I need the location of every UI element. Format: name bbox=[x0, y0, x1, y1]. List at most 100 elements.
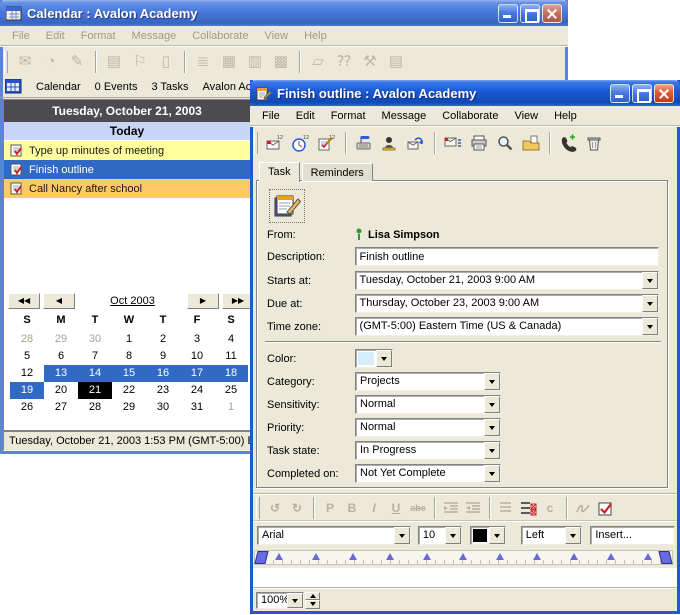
menu-message[interactable]: Message bbox=[124, 27, 185, 45]
calendar-day[interactable]: 20 bbox=[44, 382, 78, 399]
message-body[interactable] bbox=[253, 568, 677, 588]
undo-icon[interactable]: ↺ bbox=[264, 498, 286, 518]
ruler[interactable] bbox=[254, 550, 673, 565]
month-label-link[interactable]: Oct 2003 bbox=[78, 295, 187, 307]
menu-edit[interactable]: Edit bbox=[38, 27, 73, 45]
menu-format[interactable]: Format bbox=[323, 107, 374, 125]
menu-help[interactable]: Help bbox=[546, 107, 585, 125]
task-state-combo[interactable]: In Progress bbox=[355, 441, 501, 460]
calendar-day[interactable]: 5 bbox=[10, 348, 44, 365]
calendar-day[interactable]: 24 bbox=[180, 382, 214, 399]
priority-combo[interactable]: Normal bbox=[355, 418, 501, 437]
menu-format[interactable]: Format bbox=[73, 27, 124, 45]
new-appointment-icon[interactable]: ◔ bbox=[38, 50, 64, 74]
menu-view[interactable]: View bbox=[506, 107, 546, 125]
indent-icon[interactable] bbox=[440, 498, 462, 518]
calendar-day[interactable]: 4 bbox=[214, 331, 248, 348]
alignment-combo[interactable]: Left bbox=[521, 526, 583, 545]
zoom-combo[interactable]: 100% bbox=[256, 592, 304, 609]
menu-file[interactable]: File bbox=[254, 107, 288, 125]
year-view-icon[interactable]: ▩ bbox=[268, 50, 294, 74]
new-task-icon[interactable]: 12 bbox=[314, 131, 340, 155]
print-tool-icon[interactable]: ▤ bbox=[383, 50, 409, 74]
print-icon[interactable] bbox=[466, 131, 492, 155]
toolbar-grip[interactable] bbox=[4, 51, 8, 73]
menu-help[interactable]: Help bbox=[296, 27, 335, 45]
toolbar-grip[interactable] bbox=[254, 132, 258, 154]
calendar-day[interactable]: 12 bbox=[10, 365, 44, 382]
menu-message[interactable]: Message bbox=[374, 107, 435, 125]
paragraph-icon[interactable]: P bbox=[319, 498, 341, 518]
calendar-day-today[interactable]: 21 bbox=[78, 382, 112, 399]
calendar-day[interactable]: 30 bbox=[78, 331, 112, 348]
calendar-day[interactable]: 23 bbox=[146, 382, 180, 399]
menu-file[interactable]: File bbox=[4, 27, 38, 45]
sensitivity-combo[interactable]: Normal bbox=[355, 395, 501, 414]
calendar-day[interactable]: 27 bbox=[44, 399, 78, 416]
category-combo[interactable]: Projects bbox=[355, 372, 501, 391]
calendar-day[interactable]: 30 bbox=[146, 399, 180, 416]
menu-collaborate[interactable]: Collaborate bbox=[184, 27, 256, 45]
due-at-combo[interactable]: Thursday, October 23, 2003 9:00 AM bbox=[355, 294, 659, 313]
completed-on-combo[interactable]: Not Yet Complete bbox=[355, 464, 501, 483]
strikethrough-icon[interactable]: abc bbox=[407, 498, 429, 518]
calendar-day[interactable]: 22 bbox=[112, 382, 146, 399]
calendar-day-selected[interactable]: 17 bbox=[180, 365, 214, 382]
flag-icon[interactable]: ⚐ bbox=[127, 50, 153, 74]
maximize-button[interactable] bbox=[632, 84, 652, 103]
tab-task[interactable]: Task bbox=[259, 162, 300, 182]
calendar-day-selected[interactable]: 18 bbox=[214, 365, 248, 382]
description-input[interactable] bbox=[355, 247, 659, 266]
calendar-day-selected[interactable]: 13 bbox=[44, 365, 78, 382]
calendar-day[interactable]: 11 bbox=[214, 348, 248, 365]
calendar-day[interactable]: 28 bbox=[78, 399, 112, 416]
calendar-day[interactable]: 7 bbox=[78, 348, 112, 365]
calendar-day[interactable]: 29 bbox=[44, 331, 78, 348]
folder-icon[interactable]: ▱ bbox=[305, 50, 331, 74]
underline-icon[interactable]: U bbox=[385, 498, 407, 518]
time-zone-combo[interactable]: (GMT-5:00) Eastern Time (US & Canada) bbox=[355, 317, 659, 336]
mail-list-icon[interactable]: ▤ bbox=[101, 50, 127, 74]
new-task-icon[interactable]: ✎ bbox=[64, 50, 90, 74]
starts-at-combo[interactable]: Tuesday, October 21, 2003 9:00 AM bbox=[355, 271, 659, 290]
list-format-icon[interactable] bbox=[495, 498, 517, 518]
calendar-day[interactable]: 10 bbox=[180, 348, 214, 365]
bold-icon[interactable]: B bbox=[341, 498, 363, 518]
left-margin-marker[interactable] bbox=[254, 551, 268, 564]
month-view-icon[interactable]: ▦ bbox=[216, 50, 242, 74]
find-icon[interactable] bbox=[492, 131, 518, 155]
make-call-icon[interactable] bbox=[555, 131, 581, 155]
calendar-day-selected[interactable]: 16 bbox=[146, 365, 180, 382]
calendar-day[interactable]: 9 bbox=[146, 348, 180, 365]
delete-icon[interactable] bbox=[581, 131, 607, 155]
prev-year-button[interactable]: ◀◀ bbox=[8, 293, 40, 309]
color-combo[interactable] bbox=[355, 349, 393, 368]
menu-collaborate[interactable]: Collaborate bbox=[434, 107, 506, 125]
new-mail-icon[interactable]: ✉ bbox=[12, 50, 38, 74]
phone-message-icon[interactable] bbox=[351, 131, 377, 155]
menu-view[interactable]: View bbox=[256, 27, 296, 45]
char-format-icon[interactable]: c bbox=[539, 498, 561, 518]
signature-icon[interactable] bbox=[572, 498, 594, 518]
calendar-day[interactable]: 6 bbox=[44, 348, 78, 365]
day-view-icon[interactable]: ≣ bbox=[190, 50, 216, 74]
calendar-day[interactable]: 25 bbox=[214, 382, 248, 399]
calendar-day[interactable]: 1 bbox=[112, 331, 146, 348]
calendar-day[interactable]: 28 bbox=[10, 331, 44, 348]
calendar-day[interactable]: 31 bbox=[180, 399, 214, 416]
tools-icon[interactable]: ⚒ bbox=[357, 50, 383, 74]
font-family-combo[interactable]: Arial bbox=[257, 526, 411, 545]
close-button[interactable] bbox=[654, 84, 674, 103]
calendar-day-selected[interactable]: 19 bbox=[10, 382, 44, 399]
zoom-spinner[interactable] bbox=[305, 592, 320, 609]
maximize-button[interactable] bbox=[520, 4, 540, 23]
tab-reminders[interactable]: Reminders bbox=[302, 163, 373, 181]
calendar-day-selected[interactable]: 15 bbox=[112, 365, 146, 382]
week-view-icon[interactable]: ▥ bbox=[242, 50, 268, 74]
minimize-button[interactable] bbox=[498, 4, 518, 23]
minimize-button[interactable] bbox=[610, 84, 630, 103]
calendar-titlebar[interactable]: Calendar : Avalon Academy bbox=[0, 0, 568, 26]
italic-icon[interactable]: I bbox=[363, 498, 385, 518]
font-color-combo[interactable] bbox=[470, 526, 506, 545]
file-document-icon[interactable] bbox=[518, 131, 544, 155]
